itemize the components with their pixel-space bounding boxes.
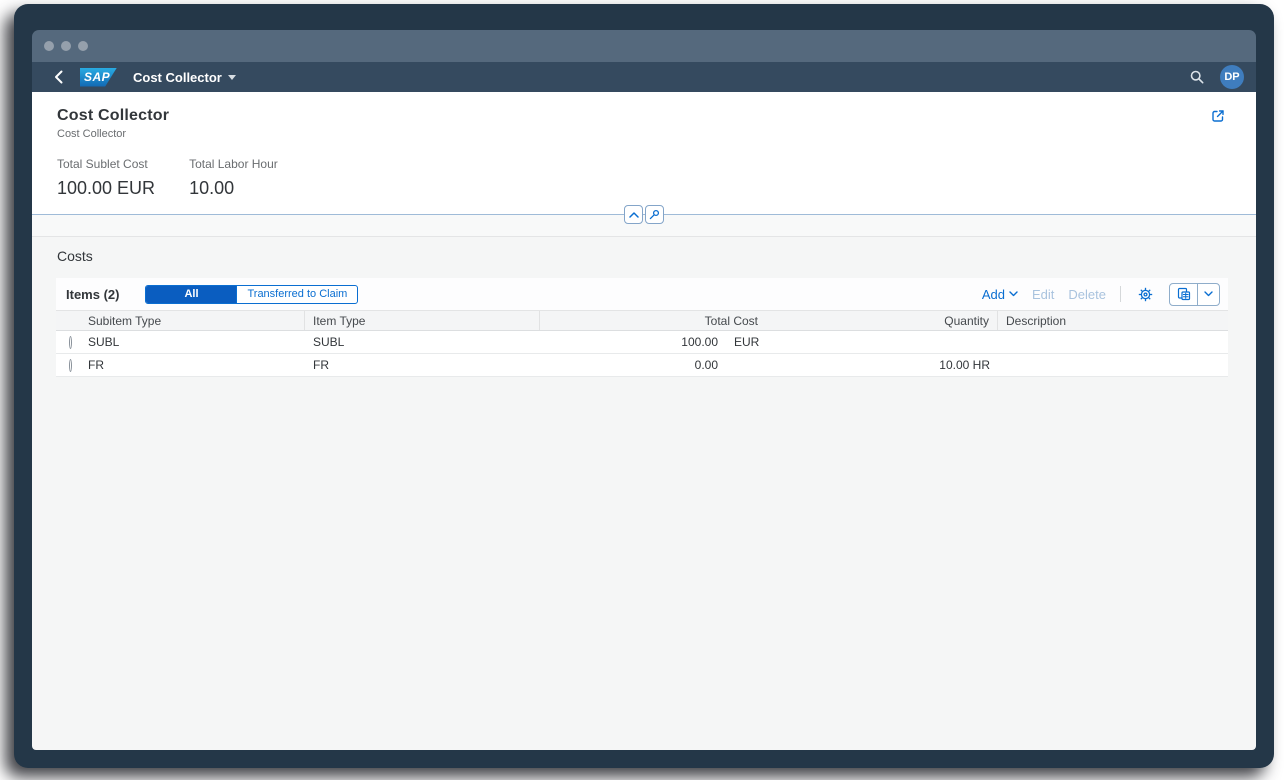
table-header-row: Subitem Type Item Type Total Cost Quanti… bbox=[56, 310, 1228, 331]
table-actions: Add Edit Delete bbox=[982, 283, 1220, 306]
cell-item-type: FR bbox=[305, 354, 540, 376]
pin-header-button[interactable] bbox=[645, 205, 664, 224]
segment-all[interactable]: All bbox=[146, 286, 236, 303]
sap-logo-icon[interactable]: SAP bbox=[80, 68, 117, 87]
app-window: SAP Cost Collector DP bbox=[32, 30, 1256, 750]
page-subtitle: Cost Collector bbox=[57, 128, 1232, 140]
kpi-value: 100.00 EUR bbox=[57, 178, 155, 199]
export-spreadsheet-icon bbox=[1177, 287, 1191, 301]
kpi-value: 10.00 bbox=[189, 178, 278, 199]
object-page-header: Cost Collector Cost Collector Total Subl… bbox=[32, 92, 1256, 215]
add-button-label: Add bbox=[982, 287, 1005, 302]
page-title: Cost Collector bbox=[57, 107, 1232, 125]
delete-button[interactable]: Delete bbox=[1068, 287, 1106, 302]
segment-transferred-to-claim[interactable]: Transferred to Claim bbox=[236, 286, 357, 303]
window-dot[interactable] bbox=[78, 41, 88, 51]
collapse-header-button[interactable] bbox=[624, 205, 643, 224]
table-toolbar: Items (2) All Transferred to Claim Add bbox=[56, 278, 1228, 310]
chevron-down-icon bbox=[1009, 291, 1018, 297]
cell-subitem-type: FR bbox=[80, 354, 305, 376]
costs-table: Items (2) All Transferred to Claim Add bbox=[56, 278, 1228, 377]
search-button[interactable] bbox=[1186, 66, 1208, 88]
column-header-subitem-type[interactable]: Subitem Type bbox=[80, 311, 305, 330]
table-settings-button[interactable] bbox=[1135, 284, 1155, 304]
kpi-label: Total Labor Hour bbox=[189, 157, 278, 171]
shell-bar: SAP Cost Collector DP bbox=[32, 62, 1256, 92]
row-select-cell bbox=[56, 331, 80, 353]
cell-quantity bbox=[766, 331, 998, 353]
cell-quantity: 10.00 HR bbox=[766, 354, 998, 376]
table-row[interactable]: SUBL SUBL 100.00 EUR bbox=[56, 331, 1228, 354]
toolbar-separator bbox=[1120, 286, 1121, 302]
sap-logo-text: SAP bbox=[84, 70, 110, 84]
items-count-label: Items (2) bbox=[66, 287, 119, 302]
kpi-total-labor-hour: Total Labor Hour 10.00 bbox=[189, 157, 278, 199]
cell-total-cost: 0.00 bbox=[540, 354, 726, 376]
export-button[interactable] bbox=[1170, 284, 1197, 305]
row-radio-button[interactable] bbox=[69, 359, 72, 372]
edit-button[interactable]: Edit bbox=[1032, 287, 1054, 302]
chevron-left-icon bbox=[54, 70, 63, 84]
cell-total-cost: 100.00 bbox=[540, 331, 726, 353]
cell-subitem-type: SUBL bbox=[80, 331, 305, 353]
gear-icon bbox=[1138, 287, 1153, 302]
chevron-down-icon bbox=[228, 75, 236, 80]
back-button[interactable] bbox=[44, 66, 72, 88]
export-menu-button[interactable] bbox=[1197, 284, 1219, 305]
kpi-row: Total Sublet Cost 100.00 EUR Total Labor… bbox=[57, 157, 1232, 199]
table-row[interactable]: FR FR 0.00 10.00 HR bbox=[56, 354, 1228, 377]
section-title: Costs bbox=[57, 248, 1256, 264]
app-title-menu[interactable]: Cost Collector bbox=[133, 70, 236, 85]
search-icon bbox=[1190, 70, 1204, 84]
chevron-up-icon bbox=[629, 212, 639, 218]
shell-title-text: Cost Collector bbox=[133, 70, 222, 85]
cell-item-type: SUBL bbox=[305, 331, 540, 353]
kpi-label: Total Sublet Cost bbox=[57, 157, 155, 171]
cell-currency: EUR bbox=[726, 331, 766, 353]
window-titlebar bbox=[32, 30, 1256, 62]
window-dot[interactable] bbox=[44, 41, 54, 51]
avatar-initials: DP bbox=[1224, 71, 1239, 83]
browser-window-frame: SAP Cost Collector DP bbox=[14, 4, 1274, 768]
pin-icon bbox=[649, 209, 660, 220]
cell-description bbox=[998, 354, 1228, 376]
window-dot[interactable] bbox=[61, 41, 71, 51]
row-radio-button[interactable] bbox=[69, 336, 72, 349]
column-header-total-cost[interactable]: Total Cost bbox=[540, 311, 766, 330]
kpi-total-sublet-cost: Total Sublet Cost 100.00 EUR bbox=[57, 157, 155, 199]
cell-currency bbox=[726, 354, 766, 376]
row-select-cell bbox=[56, 354, 80, 376]
column-header-item-type[interactable]: Item Type bbox=[305, 311, 540, 330]
chevron-down-icon bbox=[1204, 291, 1213, 297]
avatar[interactable]: DP bbox=[1220, 65, 1244, 89]
costs-section: Costs Items (2) All Transferred to Claim… bbox=[32, 237, 1256, 750]
add-button[interactable]: Add bbox=[982, 287, 1018, 302]
column-header-quantity[interactable]: Quantity bbox=[766, 311, 998, 330]
filter-segmented-control: All Transferred to Claim bbox=[145, 285, 358, 304]
shell-actions: DP bbox=[1186, 65, 1244, 89]
select-column-header bbox=[56, 311, 80, 330]
column-header-description[interactable]: Description bbox=[998, 311, 1228, 330]
export-split-button bbox=[1169, 283, 1220, 306]
share-arrow-icon bbox=[1210, 108, 1226, 124]
share-button[interactable] bbox=[1210, 108, 1226, 129]
page-content: Cost Collector Cost Collector Total Subl… bbox=[32, 92, 1256, 750]
cell-description bbox=[998, 331, 1228, 353]
